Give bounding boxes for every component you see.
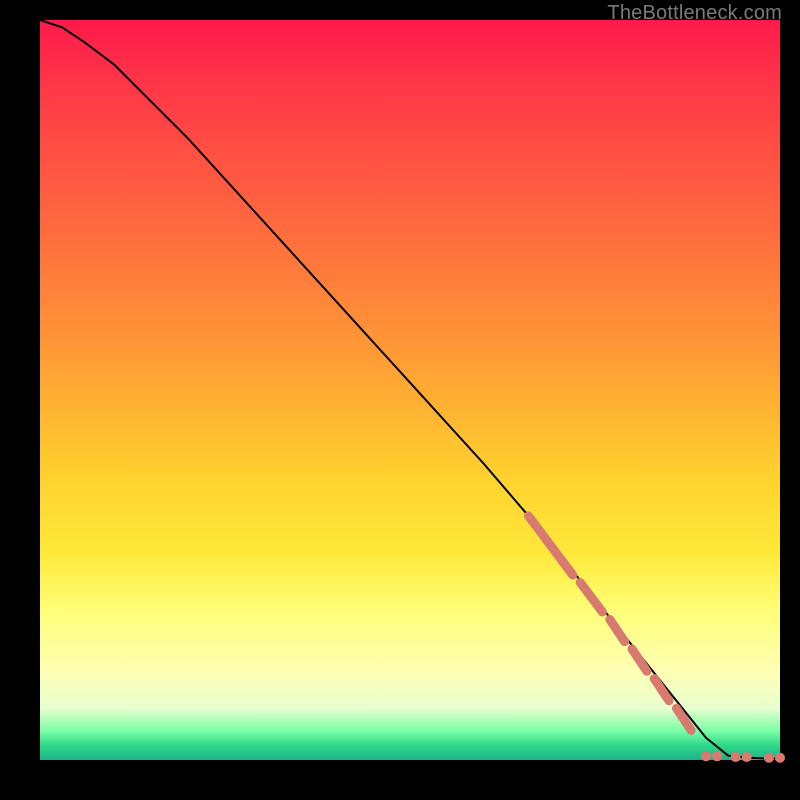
highlight-dashes	[528, 516, 691, 731]
chart-frame: TheBottleneck.com	[0, 0, 800, 800]
highlight-dash	[654, 679, 669, 701]
highlight-dot	[731, 752, 741, 762]
highlight-dots	[701, 751, 785, 762]
highlight-dot	[764, 753, 774, 763]
highlight-dash	[580, 582, 602, 612]
highlight-dash	[632, 649, 647, 671]
highlight-dot	[775, 753, 785, 763]
curve-svg	[40, 20, 780, 760]
bottleneck-curve	[40, 20, 780, 759]
highlight-dash	[676, 708, 691, 730]
highlight-dot	[712, 751, 722, 761]
plot-area	[40, 20, 780, 760]
highlight-dash	[610, 619, 625, 641]
highlight-dash	[528, 516, 550, 546]
highlight-dot	[742, 752, 752, 762]
highlight-dot	[701, 751, 711, 761]
highlight-dash	[551, 545, 573, 575]
